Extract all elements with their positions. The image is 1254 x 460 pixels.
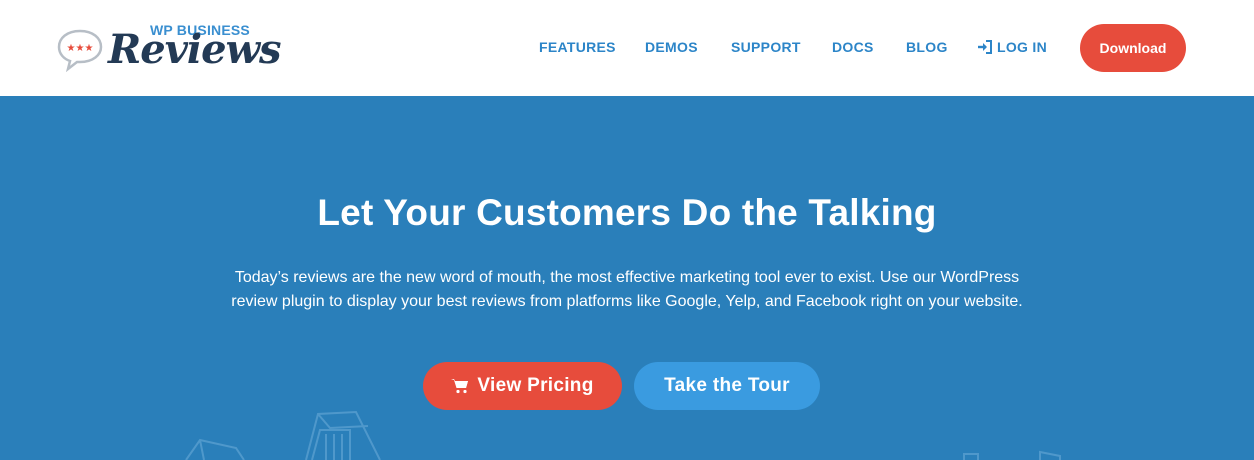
- view-pricing-label: View Pricing: [477, 375, 594, 396]
- main-nav: FEATURES DEMOS SUPPORT DOCS BLOG LOG IN: [0, 0, 1254, 96]
- city-skyline-illustration: [185, 410, 1061, 460]
- shopping-cart-icon: [451, 379, 469, 394]
- take-the-tour-label: Take the Tour: [664, 375, 790, 396]
- nav-support[interactable]: SUPPORT: [731, 39, 801, 55]
- hero-description: Today’s reviews are the new word of mout…: [231, 269, 1023, 310]
- nav-docs[interactable]: DOCS: [832, 39, 874, 55]
- nav-login[interactable]: LOG IN: [977, 39, 1047, 55]
- nav-features[interactable]: FEATURES: [539, 39, 616, 55]
- site-header: ★★★ WP BUSINESS Reviews FEATURES DEMOS S…: [0, 0, 1254, 96]
- nav-login-label: LOG IN: [997, 39, 1048, 55]
- nav-demos[interactable]: DEMOS: [645, 39, 698, 55]
- download-button[interactable]: Download: [1080, 24, 1186, 72]
- sign-in-icon: [978, 40, 992, 54]
- nav-blog[interactable]: BLOG: [906, 39, 948, 55]
- hero-title: Let Your Customers Do the Talking: [317, 192, 937, 233]
